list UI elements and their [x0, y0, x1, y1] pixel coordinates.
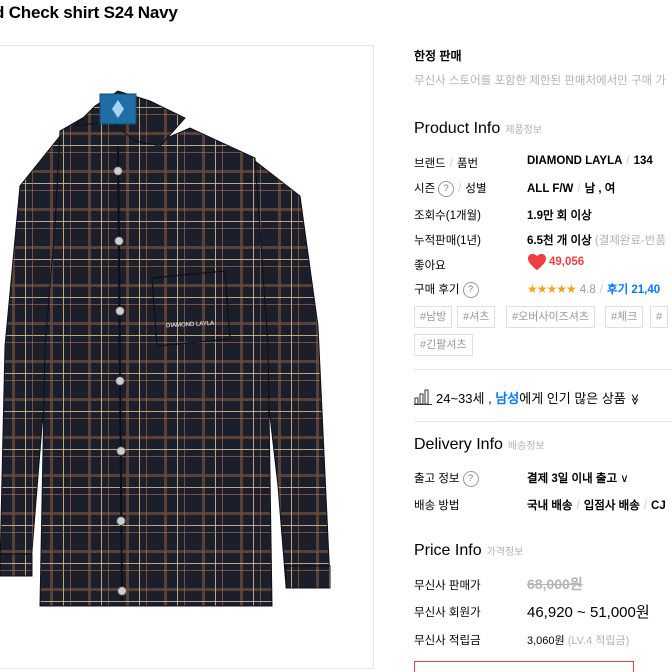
heart-icon[interactable]	[527, 253, 547, 271]
brand-label: 브랜드	[414, 158, 446, 170]
brand-link[interactable]: DIAMOND LAYLA	[527, 155, 622, 167]
sales-count: 6.5천 개 이상	[527, 235, 592, 247]
review-label: 구매 후기?	[414, 281, 479, 298]
points-note: (LV.4 적립금)	[567, 635, 630, 647]
gender-label: 성별	[465, 183, 487, 195]
review-count-link[interactable]: 후기 21,40	[607, 284, 660, 296]
likes-count: 49,056	[549, 256, 585, 269]
bar-chart-icon	[414, 389, 432, 405]
code-label: 품번	[456, 158, 479, 170]
double-chevron-down-icon[interactable]: ≫	[629, 394, 642, 406]
tag-chip[interactable]: #셔츠	[457, 306, 496, 328]
section-subtitle: 배송정보	[507, 441, 545, 452]
section-subtitle: 가격정보	[486, 547, 524, 558]
method-carrier: CJ	[651, 500, 666, 512]
section-title-text: Product Info	[414, 120, 501, 137]
tag-chip[interactable]: #오버사이즈셔츠	[506, 306, 595, 328]
shirt-illustration: DIAMOND LAYLA	[0, 90, 331, 607]
popular-for-segment[interactable]: 24~33세 , 남성에게 인기 많은 상품 ≫	[414, 388, 641, 407]
rating-score: 4.8	[579, 284, 596, 296]
brand-code-value: DIAMOND LAYLA/134	[527, 155, 653, 167]
product-info-title: Product Info 제품정보	[414, 120, 542, 138]
product-code: 134	[633, 155, 653, 167]
divider	[414, 369, 672, 370]
method-domestic: 국내 배송	[527, 500, 573, 512]
section-title-text: Delivery Info	[414, 436, 503, 453]
tag-chip[interactable]: #체크	[605, 306, 644, 328]
review-label-text: 구매 후기	[414, 284, 460, 296]
sales-label: 누적판매(1년)	[414, 235, 481, 247]
member-price-label: 무신사 회원가	[414, 607, 481, 619]
question-icon[interactable]: ?	[462, 281, 479, 298]
method-vendor: 입점사 배송	[583, 500, 640, 512]
points-label: 무신사 적립금	[414, 635, 481, 647]
sales-note: (결제완료-반품	[594, 235, 667, 247]
ship-value-text: 결제 3일 이내 출고	[527, 473, 618, 485]
likes-value[interactable]: 49,056	[527, 253, 584, 271]
season-label: 시즌	[414, 183, 436, 195]
ship-label: 출고 정보?	[414, 470, 479, 487]
season-gender-value: ALL F/W / 남 , 여	[527, 183, 616, 195]
limited-sale-description: 무신사 스토어를 포함한 제한된 판매처에서만 구매 가	[414, 75, 666, 87]
price-info-title: Price Info 가격정보	[414, 542, 523, 560]
points-value: 3,060원 (LV.4 적립금)	[527, 632, 629, 648]
ship-label-text: 출고 정보	[414, 473, 460, 485]
sale-price-value: 68,000원	[527, 576, 583, 592]
method-label: 배송 방법	[414, 500, 460, 512]
views-label: 조회수(1개월)	[414, 210, 481, 222]
delivery-info-title: Delivery Info 배송정보	[414, 436, 545, 454]
popular-gender: 남성	[495, 391, 520, 406]
season-value: ALL F/W	[527, 183, 574, 195]
star-rating-icon: ★★★★★	[527, 282, 577, 296]
section-title-text: Price Info	[414, 542, 482, 559]
popular-age: 24~33세 ,	[436, 391, 492, 406]
product-image[interactable]: DIAMOND LAYLA	[0, 45, 374, 669]
purchase-option-box[interactable]	[414, 661, 634, 672]
season-gender-label: 시즌? / 성별	[414, 180, 487, 197]
popular-suffix: 에게 인기 많은 상품	[519, 391, 626, 406]
chevron-down-icon[interactable]: ∨	[620, 473, 628, 485]
ship-value[interactable]: 결제 3일 이내 출고 ∨	[527, 470, 629, 486]
tag-chip[interactable]: #	[650, 306, 669, 328]
tag-chip[interactable]: #긴팔셔츠	[414, 334, 473, 356]
method-value: 국내 배송 / 입점사 배송 / CJ	[527, 500, 666, 512]
question-icon[interactable]: ?	[438, 180, 455, 197]
points-amount: 3,060원	[527, 635, 565, 647]
likes-label: 좋아요	[414, 260, 446, 272]
member-price-value: 46,920 ~ 51,000원	[527, 604, 650, 621]
limited-sale-title: 한정 판매	[414, 49, 462, 63]
brand-code-label: 브랜드 / 품번	[414, 158, 479, 170]
question-icon[interactable]: ?	[462, 470, 479, 487]
divider	[414, 421, 672, 422]
product-detail-panel: 한정 판매 무신사 스토어를 포함한 제한된 판매처에서만 구매 가 Produ…	[414, 0, 672, 672]
review-value[interactable]: ★★★★★ 4.8/후기 21,40	[527, 281, 660, 297]
section-subtitle: 제품정보	[505, 125, 543, 136]
tag-chip[interactable]: #남방	[414, 306, 453, 328]
product-title: d Check shirt S24 Navy	[0, 3, 178, 22]
sale-price-label: 무신사 판매가	[414, 580, 481, 592]
gender-value: 남 , 여	[584, 183, 616, 195]
sales-value: 6.5천 개 이상 (결제완료-반품	[527, 232, 666, 248]
views-value: 1.9만 회 이상	[527, 210, 592, 222]
